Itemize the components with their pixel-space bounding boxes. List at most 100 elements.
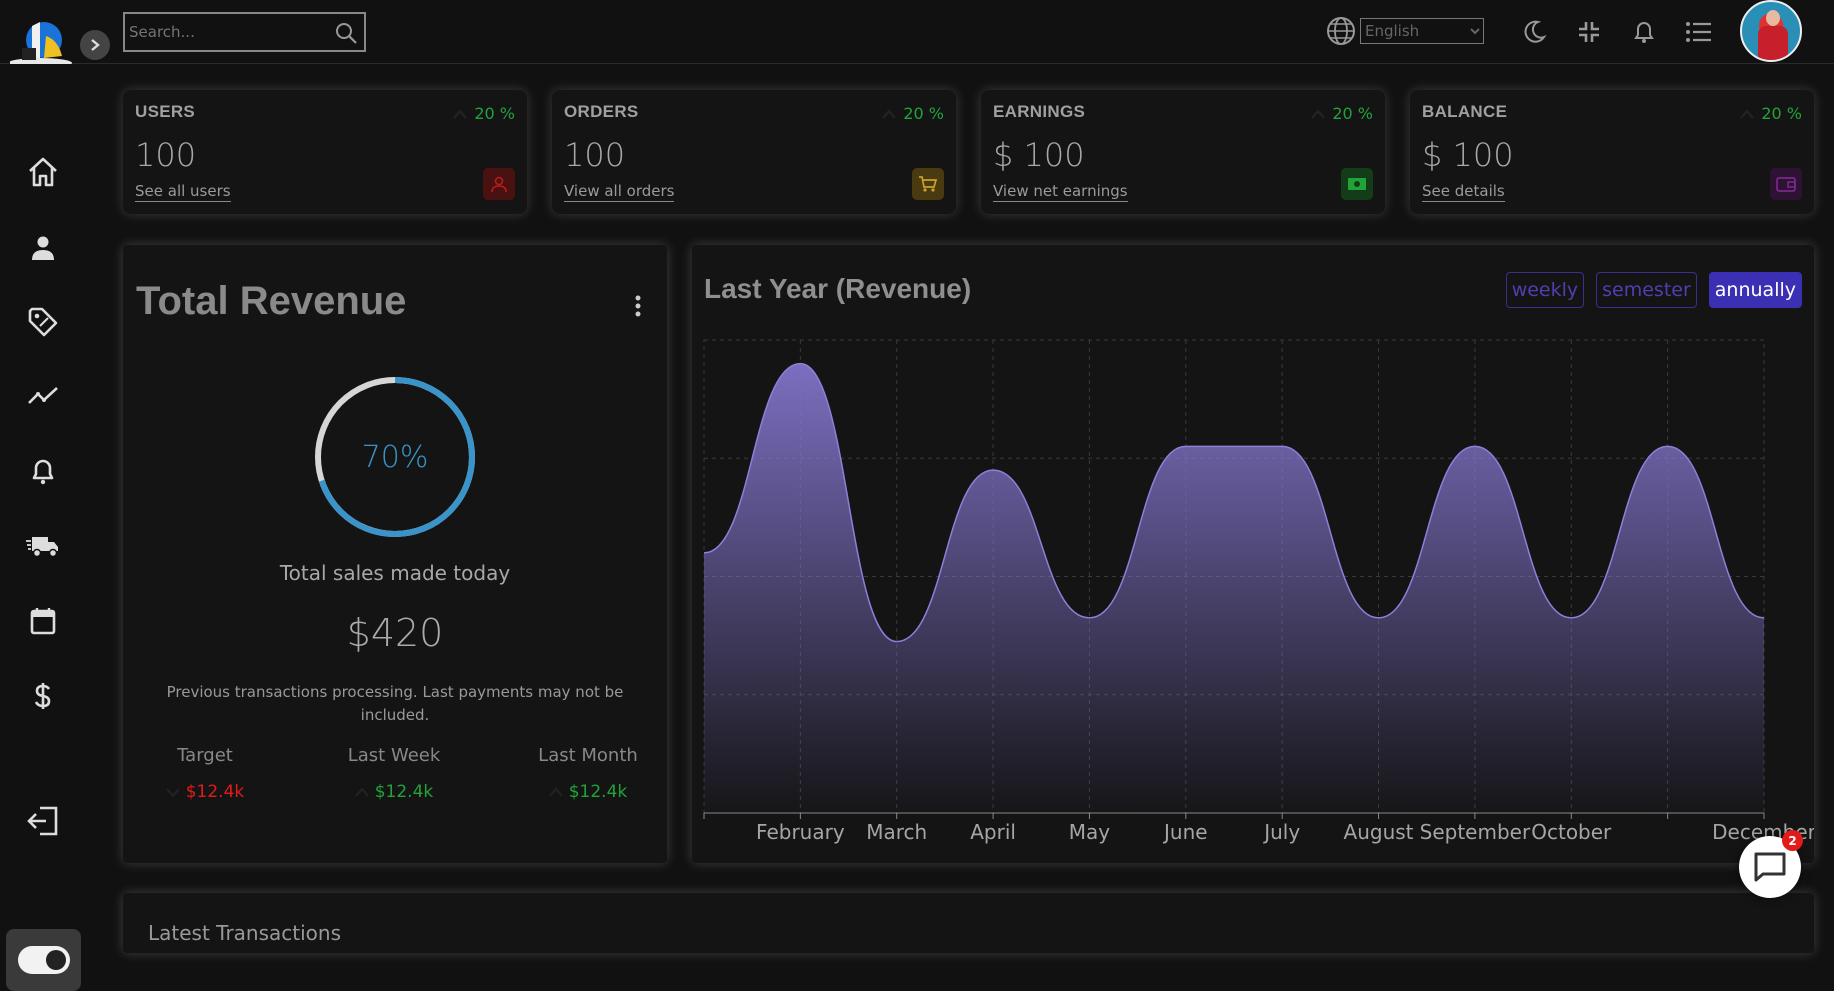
top-navbar: English — [0, 0, 1834, 68]
x-tick-label: February — [756, 820, 845, 844]
widget-icon-box — [912, 168, 944, 200]
dark-mode-icon[interactable] — [1520, 18, 1548, 46]
tag-icon — [28, 307, 58, 337]
arrow-up-icon — [1740, 108, 1755, 119]
home-icon — [29, 157, 57, 187]
x-tick-label: June — [1162, 820, 1208, 844]
summary-label: Last Month — [538, 745, 638, 766]
widget-orders: ORDERS 20 % 100 View all orders — [552, 90, 956, 214]
notifications-icon[interactable] — [1630, 18, 1658, 46]
x-tick-label: August — [1344, 820, 1414, 844]
arrow-up-icon — [354, 787, 369, 797]
person-icon — [32, 236, 54, 260]
search-bar — [123, 12, 366, 52]
avatar[interactable] — [1740, 0, 1802, 62]
widget-percentage: 20 % — [881, 104, 944, 123]
summary-label: Target — [177, 745, 233, 766]
sales-amount: $420 — [346, 611, 444, 655]
sidebar — [0, 64, 86, 991]
summary-value: $12.4k — [185, 782, 245, 802]
widget-link[interactable]: See all users — [135, 182, 231, 202]
bell-icon — [32, 459, 54, 485]
sidebar-item-stats[interactable] — [22, 376, 64, 416]
sidebar-item-notifications[interactable] — [22, 451, 64, 491]
percentage-value: 20 % — [474, 104, 515, 123]
language-select[interactable]: English — [1360, 18, 1484, 44]
percentage-value: 20 % — [903, 104, 944, 123]
featured-title: Total Revenue — [136, 279, 407, 323]
trending-icon — [28, 387, 58, 404]
percentage-value: 20 % — [1332, 104, 1373, 123]
summary-item-last-week: Last Week $12.4k — [319, 745, 469, 802]
sidebar-item-users[interactable] — [22, 228, 64, 268]
summary-value-row: $12.4k — [319, 782, 469, 802]
widget-icon-box — [483, 168, 515, 200]
arrow-up-icon — [453, 108, 468, 119]
sidebar-item-home[interactable] — [22, 152, 64, 192]
wallet-icon — [1776, 177, 1796, 192]
dollar-icon — [34, 683, 51, 709]
widget-percentage: 20 % — [1310, 104, 1373, 123]
toggle-knob — [45, 950, 66, 970]
area-fill — [704, 363, 1764, 813]
money-icon — [1348, 178, 1366, 190]
person-icon — [491, 176, 507, 193]
search-input[interactable] — [125, 23, 325, 41]
widget-counter: $ 100 — [993, 136, 1085, 174]
sidebar-expand-button[interactable] — [80, 30, 110, 60]
arrow-up-icon — [548, 787, 563, 797]
app-logo[interactable] — [8, 18, 76, 68]
toggle-track — [17, 946, 70, 974]
featured-revenue-panel: Total Revenue 70% Total sales made today… — [123, 245, 667, 863]
theme-toggle[interactable] — [6, 929, 81, 991]
widget-counter: $ 100 — [1422, 136, 1514, 174]
chevron-right-icon — [91, 39, 100, 51]
language-selector: English — [1326, 16, 1484, 46]
x-tick-label: July — [1262, 820, 1300, 844]
sidebar-item-products[interactable] — [22, 302, 64, 342]
sidebar-item-logout[interactable] — [22, 801, 64, 841]
arrow-up-icon — [1311, 108, 1326, 119]
widget-link[interactable]: View all orders — [564, 182, 675, 202]
sidebar-item-finance[interactable] — [22, 676, 64, 716]
summary-value-row: $12.4k — [513, 782, 663, 802]
summary-value: $12.4k — [568, 782, 628, 802]
x-tick-label: March — [866, 820, 927, 844]
x-tick-label: September — [1420, 820, 1531, 844]
globe-icon — [1327, 17, 1355, 45]
latest-title: Latest Transactions — [148, 921, 341, 945]
sidebar-item-calendar[interactable] — [22, 601, 64, 641]
progress-value: 70% — [361, 439, 429, 475]
cart-icon — [919, 176, 938, 192]
truck-icon — [26, 537, 58, 558]
more-options-icon[interactable] — [635, 295, 641, 321]
widget-link[interactable]: View net earnings — [993, 182, 1128, 202]
progress-circle: 70% — [313, 375, 477, 539]
x-tick-label: October — [1531, 820, 1612, 844]
widget-link[interactable]: See details — [1422, 182, 1505, 202]
widget-counter: 100 — [135, 136, 197, 174]
summary-value: $12.4k — [374, 782, 434, 802]
featured-description: Previous transactions processing. Last p… — [166, 683, 624, 724]
latest-transactions-panel: Latest Transactions — [123, 893, 1814, 953]
arrow-up-icon — [882, 108, 897, 119]
sidebar-item-delivery[interactable] — [22, 526, 64, 566]
widget-earnings: EARNINGS 20 % $ 100 View net earnings — [981, 90, 1385, 214]
widget-percentage: 20 % — [1739, 104, 1802, 123]
area-chart: February March April May June July August Septe… — [703, 339, 1814, 844]
revenue-chart-panel: Last Year (Revenue) weekly semester annu… — [692, 245, 1814, 863]
widget-icon-box — [1341, 168, 1373, 200]
fullscreen-exit-icon[interactable] — [1575, 18, 1603, 46]
calendar-icon — [30, 608, 56, 635]
logout-icon — [27, 806, 58, 836]
summary-item-last-month: Last Month $12.4k — [513, 745, 663, 802]
widget-users: USERS 20 % 100 See all users — [123, 90, 527, 214]
search-icon[interactable] — [334, 21, 358, 49]
widget-percentage: 20 % — [452, 104, 515, 123]
summary-label: Last Week — [347, 745, 441, 766]
x-tick-label: May — [1069, 820, 1111, 844]
arrow-down-icon — [165, 787, 180, 797]
summary-item-target: Target $12.4k — [139, 745, 271, 802]
list-icon[interactable] — [1685, 18, 1713, 46]
percentage-value: 20 % — [1761, 104, 1802, 123]
